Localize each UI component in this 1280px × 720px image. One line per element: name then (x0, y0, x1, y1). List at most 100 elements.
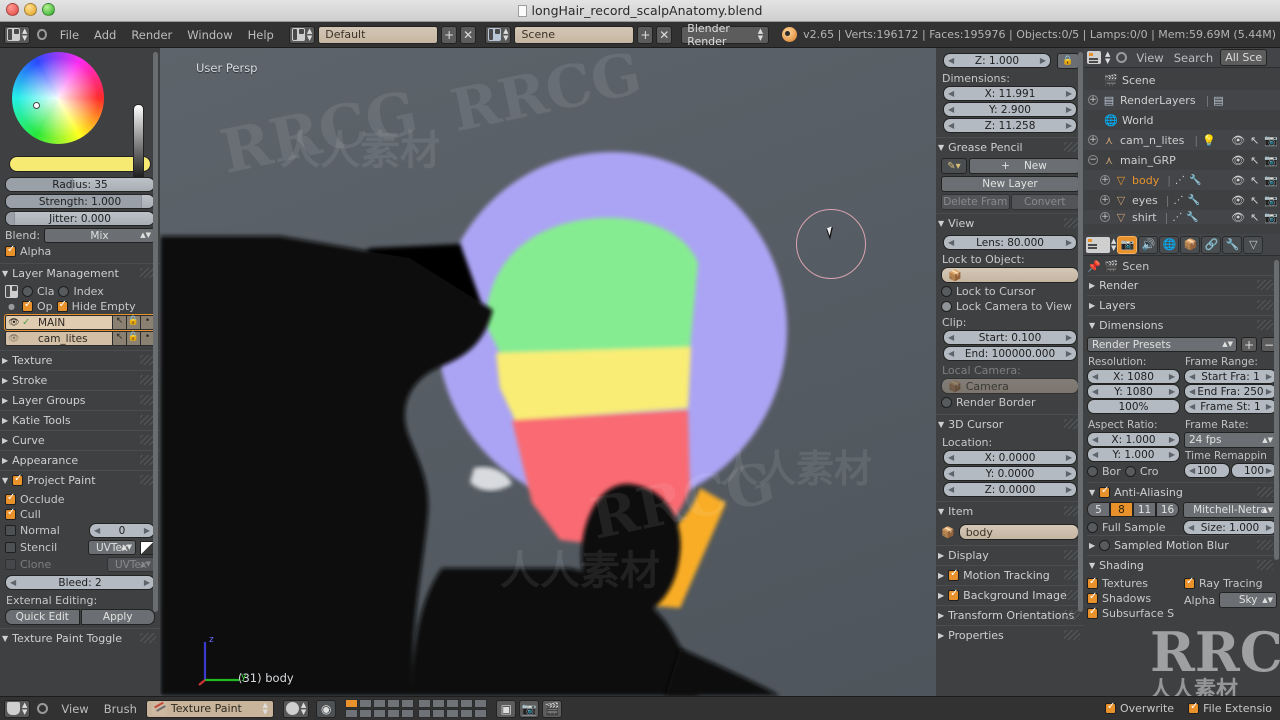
chevron-left-icon[interactable]: ◀ (948, 105, 954, 114)
layer-cell[interactable] (373, 709, 387, 718)
selectable-cursor-icon[interactable]: ↖ (1250, 154, 1259, 167)
stencil-uv-dropdown[interactable]: UVTex ▲▼ (88, 540, 136, 555)
stencil-checkbox[interactable] (5, 542, 16, 553)
color-wheel[interactable] (12, 52, 104, 144)
layer-row-camlites[interactable]: 👁 cam_lites ↖ 🔒 • (5, 331, 155, 346)
outliner-row-world[interactable]: 🌐 World (1084, 110, 1280, 130)
brush-jitter-slider[interactable]: Jitter: 0.000 (5, 211, 155, 226)
chevron-right-icon[interactable]: ▶ (1066, 105, 1072, 114)
eye-icon[interactable]: 👁 (6, 318, 22, 328)
aa-sample-8[interactable]: 8 (1110, 502, 1133, 517)
chevron-right-icon[interactable]: ▶ (1066, 485, 1072, 494)
cull-checkbox[interactable] (5, 507, 16, 520)
chevron-left-icon[interactable]: ◀ (1188, 523, 1194, 532)
chevron-left-icon[interactable]: ◀ (948, 333, 954, 342)
normal-checkbox[interactable] (5, 525, 16, 536)
item-name-field[interactable]: body (958, 524, 1079, 540)
footer-menu-brush[interactable]: Brush (98, 702, 143, 716)
tab-data[interactable]: ▽ (1243, 235, 1264, 254)
modifier-wrench-icon[interactable]: 🔧 (1186, 212, 1198, 223)
textures-checkbox[interactable] (1087, 576, 1098, 589)
panel-display[interactable]: ▶ Display (936, 545, 1084, 565)
outliner-menu-search[interactable]: Search (1171, 51, 1217, 65)
lock-camera-to-view-row[interactable]: Lock Camera to View (941, 300, 1079, 313)
collapse-menu-icon[interactable] (37, 703, 49, 714)
3d-viewport[interactable]: User Persp (31) body z y RRCG RRCG RRCG … (160, 48, 936, 696)
eye-icon[interactable]: 👁 (6, 334, 22, 344)
expand-icon[interactable]: + (1100, 195, 1110, 205)
render-preview-icon[interactable]: 📷 (519, 699, 540, 718)
panel-layer-management[interactable]: ▼ Layer Management (0, 263, 160, 283)
stencil-row[interactable]: Stencil UVTex ▲▼ (5, 540, 155, 555)
panel-project-paint[interactable]: ▼ Project Paint (0, 470, 160, 490)
normal-row[interactable]: Normal ◀ 0 ▶ (5, 523, 155, 538)
mesh-data-icon[interactable]: ⋰ (1172, 212, 1182, 223)
panel-sampled-motion-blur[interactable]: ▶ Sampled Motion Blur (1087, 535, 1277, 555)
panel-render[interactable]: ▶ Render (1087, 275, 1277, 295)
editor-type-selector-bottom[interactable]: ▲ ▼ (4, 699, 31, 718)
pivot-point-icon[interactable]: ◉ (316, 699, 337, 718)
panel-texture[interactable]: ▶ Texture (0, 350, 160, 370)
overwrite-checkbox[interactable] (1104, 701, 1116, 714)
renderable-camera-icon[interactable]: 📷 (1264, 211, 1278, 224)
render-border-checkbox[interactable] (941, 397, 952, 408)
chevron-left-icon[interactable]: ◀ (1189, 372, 1195, 381)
panel-item[interactable]: ▼ Item (936, 501, 1084, 521)
chevron-right-icon[interactable]: ▶ (1066, 121, 1072, 130)
selectable-cursor-icon[interactable]: ↖ (1250, 211, 1259, 224)
brush-color-swatch[interactable] (9, 156, 151, 172)
panel-motion-tracking[interactable]: ▶ Motion Tracking (936, 565, 1084, 585)
brush-radius-slider[interactable]: Radius: 35 (5, 177, 155, 192)
chevron-right-icon[interactable]: ▶ (1066, 89, 1072, 98)
project-paint-checkbox[interactable] (12, 473, 24, 486)
add-preset-button[interactable]: + (1241, 337, 1257, 352)
collapse-icon[interactable]: − (1088, 155, 1098, 165)
delete-frame-button[interactable]: Delete Fram (941, 194, 1010, 210)
layer-cell[interactable] (418, 699, 432, 708)
selectable-cursor-icon[interactable]: ↖ (1250, 194, 1259, 207)
resolution-percentage-field[interactable]: 100% (1087, 399, 1180, 414)
properties-scrollbar[interactable] (1274, 260, 1279, 560)
outliner-display-mode[interactable]: All Sce (1220, 49, 1268, 66)
visibility-eye-icon[interactable]: 👁 (1231, 134, 1245, 147)
chevron-right-icon[interactable]: ▶ (1040, 56, 1046, 65)
layer-cell[interactable] (418, 709, 432, 718)
clone-uv-dropdown[interactable]: UVTex ▲▼ (107, 557, 155, 572)
outliner-row-toggles[interactable]: 👁 ↖ 📷 (1231, 154, 1278, 167)
alpha-mode-dropdown[interactable]: Sky ▲▼ (1219, 592, 1277, 608)
menu-help[interactable]: Help (242, 28, 280, 42)
minimize-button[interactable] (24, 3, 37, 16)
outliner-row-main-grp[interactable]: − ⋏ main_GRP 👁 ↖ 📷 (1084, 150, 1280, 170)
chevron-left-icon[interactable]: ◀ (1092, 372, 1098, 381)
anti-aliasing-checkbox[interactable] (1099, 485, 1111, 498)
outliner-row-renderlayers[interactable]: + ▤ RenderLayers | ▤ (1084, 90, 1280, 110)
chevron-right-icon[interactable]: ▶ (1066, 469, 1072, 478)
tab-constraints[interactable]: 🔗 (1201, 235, 1222, 254)
chevron-left-icon[interactable]: ◀ (948, 121, 954, 130)
panel-3d-cursor[interactable]: ▼ 3D Cursor (936, 414, 1084, 434)
layer-list-icon[interactable] (5, 285, 18, 298)
panel-shading[interactable]: ▼ Shading (1087, 555, 1277, 575)
tab-modifiers[interactable]: 🔧 (1222, 235, 1243, 254)
grease-pencil-datablock-icon[interactable]: ✎▾ (941, 158, 967, 174)
dimension-y-field[interactable]: ◀ Y: 2.900 ▶ (943, 102, 1077, 117)
layer-cell[interactable] (460, 709, 474, 718)
viewport-shading-selector[interactable]: ▲ ▼ (282, 699, 310, 718)
lamp-icon[interactable]: 💡 (1202, 134, 1216, 147)
layer-cell[interactable] (401, 709, 415, 718)
layer-row-bottom[interactable] (418, 709, 488, 718)
aa-sample-16[interactable]: 16 (1156, 502, 1179, 517)
expand-icon[interactable]: + (1100, 212, 1110, 222)
renderable-camera-icon[interactable]: 📷 (1264, 174, 1278, 187)
frame-rate-dropdown[interactable]: 24 fps ▲▼ (1184, 432, 1277, 448)
layer-cell[interactable] (373, 699, 387, 708)
lock-camera-to-view-checkbox[interactable] (941, 301, 952, 312)
cursor-z-field[interactable]: ◀ Z: 0.0000 ▶ (943, 482, 1077, 497)
tab-object[interactable]: 📦 (1180, 235, 1201, 254)
tab-world[interactable]: 🌐 (1159, 235, 1180, 254)
collapse-menu-icon[interactable] (37, 29, 47, 40)
mesh-data-icon[interactable]: ⋰ (1175, 175, 1185, 186)
panel-layer-groups[interactable]: ▶ Layer Groups (0, 390, 160, 410)
chevron-right-icon[interactable]: ▶ (1266, 387, 1272, 396)
apply-button[interactable]: Apply (80, 609, 155, 625)
